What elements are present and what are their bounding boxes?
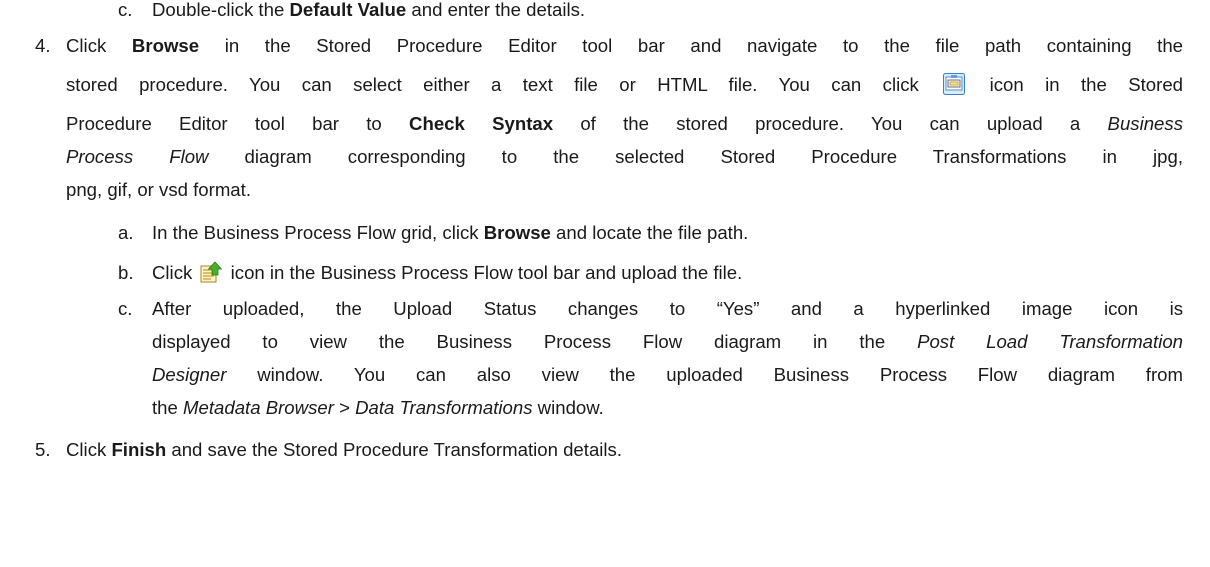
step-4-line-3: Procedure Editor tool bar to Check Synta… [66, 113, 1183, 134]
check-syntax-icon[interactable] [943, 73, 966, 95]
browse-term-2: Browse [483, 222, 551, 243]
step-4c-line-2: displayed to view the Business Process F… [152, 331, 1184, 352]
step-3c-text: Double-click the Default Value and enter… [152, 0, 586, 20]
step-5-text: Click Finish and save the Stored Procedu… [66, 439, 623, 460]
data-transformations-term: Data Transformations [355, 397, 533, 418]
process-flow-term: Process Flow [66, 146, 209, 167]
step-4-marker: 4. [35, 35, 51, 56]
step-5-marker: 5. [35, 439, 51, 460]
step-4c-line-4: the Metadata Browser > Data Transformati… [152, 397, 604, 418]
step-4c-line-1: After uploaded, the Upload Status change… [152, 298, 1183, 319]
metadata-browser-term: Metadata Browser [183, 397, 334, 418]
step-4c-marker: c. [118, 298, 133, 319]
finish-term: Finish [111, 439, 167, 460]
step-4a-text: In the Business Process Flow grid, click… [152, 222, 749, 243]
post-load-transformation-term: Post Load Transformation [917, 331, 1184, 352]
step-4c-line-3: Designer window. You can also view the u… [152, 364, 1183, 385]
step-4b-text: Click icon in the Business Process Flow … [152, 261, 743, 283]
step-4a-marker: a. [118, 222, 134, 243]
browse-term: Browse [131, 35, 200, 56]
business-term: Business [1107, 113, 1183, 134]
step-3c-marker: c. [118, 0, 133, 20]
check-syntax-term: Check Syntax [409, 113, 554, 134]
step-4-line-2: stored procedure. You can select either … [66, 73, 1184, 95]
designer-term: Designer [152, 364, 227, 385]
step-4b-marker: b. [118, 262, 134, 283]
step-4-line-1: Click Browse in the Stored Procedure Edi… [66, 35, 1184, 56]
default-value-term: Default Value [289, 0, 407, 20]
step-4-line-4: Process Flow diagram corresponding to th… [66, 146, 1183, 167]
step-4-line-5: png, gif, or vsd format. [66, 179, 251, 200]
upload-icon[interactable] [200, 261, 223, 283]
